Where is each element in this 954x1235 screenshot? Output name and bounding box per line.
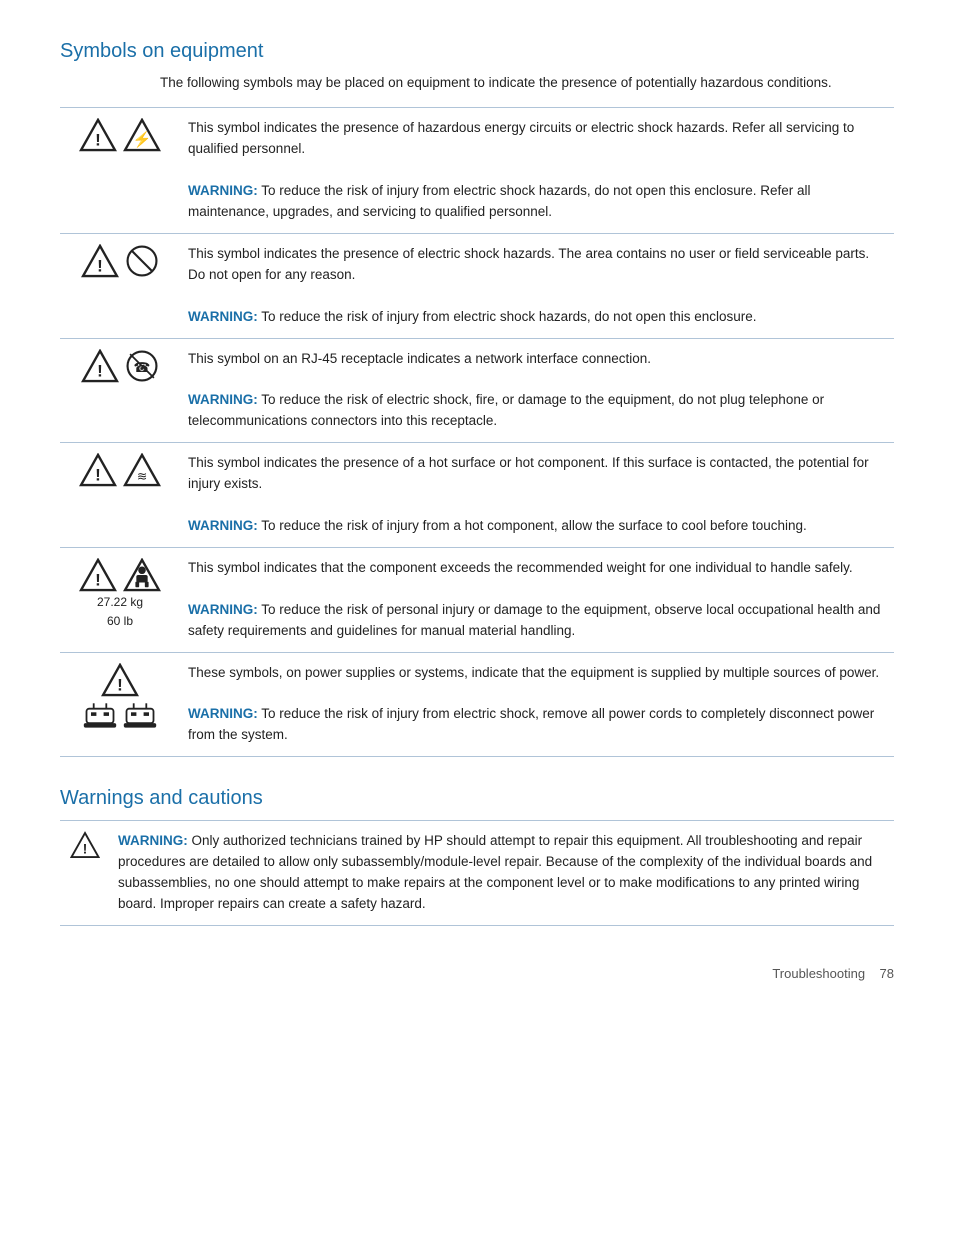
warning-row-authorized: ! WARNING: Only authorized technicians t…	[60, 821, 894, 926]
svg-text:!: !	[95, 131, 101, 150]
svg-text:!: !	[95, 466, 101, 485]
symbols-intro: The following symbols may be placed on e…	[160, 73, 894, 93]
svg-text:≋: ≋	[137, 470, 147, 484]
warning-text-authorized: WARNING: Only authorized technicians tra…	[110, 821, 894, 926]
symbol-icon-rj45: ! ☎	[60, 338, 180, 443]
symbol-row-weight: ! 27.22 kg 60 lb This symbol indicates t…	[60, 547, 894, 652]
symbol-row-power: !	[60, 652, 894, 757]
symbol-icon-hazardous: ! ⚡	[60, 108, 180, 234]
symbol-text-hazardous: This symbol indicates the presence of ha…	[180, 108, 894, 234]
symbol-icon-weight: ! 27.22 kg 60 lb	[60, 547, 180, 652]
svg-text:!: !	[97, 361, 103, 380]
weight-label-lb: 60 lb	[68, 613, 172, 630]
footer-text: Troubleshooting	[772, 966, 865, 981]
symbol-text-rj45: This symbol on an RJ-45 receptacle indic…	[180, 338, 894, 443]
symbol-text-no-service: This symbol indicates the presence of el…	[180, 233, 894, 338]
symbol-row-no-service: ! This symbol indicates the presence of …	[60, 233, 894, 338]
svg-text:!: !	[117, 675, 123, 694]
symbol-text-hot: This symbol indicates the presence of a …	[180, 443, 894, 548]
svg-text:!: !	[95, 570, 101, 589]
symbols-table: ! ⚡ This symbol indicates the presence o…	[60, 107, 894, 757]
symbol-row-hazardous: ! ⚡ This symbol indicates the presence o…	[60, 108, 894, 234]
symbol-text-power: These symbols, on power supplies or syst…	[180, 652, 894, 757]
svg-text:⚡: ⚡	[133, 131, 152, 149]
svg-text:!: !	[83, 842, 88, 857]
symbol-icon-power: !	[60, 652, 180, 757]
symbol-row-hot: ! ≋ This symbol indicates the presence o…	[60, 443, 894, 548]
symbol-text-weight: This symbol indicates that the component…	[180, 547, 894, 652]
footer-page: 78	[880, 966, 894, 981]
warnings-section: Warnings and cautions ! WARNING: Only au…	[60, 787, 894, 926]
symbols-section-title: Symbols on equipment	[60, 40, 894, 63]
symbol-icon-hot: ! ≋	[60, 443, 180, 548]
footer: Troubleshooting 78	[60, 966, 894, 981]
weight-label-kg: 27.22 kg	[68, 594, 172, 611]
symbol-row-rj45: ! ☎ This symbol on an RJ-45 receptacle i…	[60, 338, 894, 443]
warnings-section-title: Warnings and cautions	[60, 787, 894, 810]
warnings-table: ! WARNING: Only authorized technicians t…	[60, 820, 894, 926]
svg-text:!: !	[97, 256, 103, 275]
symbol-icon-no-service: !	[60, 233, 180, 338]
warning-icon-authorized: !	[60, 821, 110, 926]
